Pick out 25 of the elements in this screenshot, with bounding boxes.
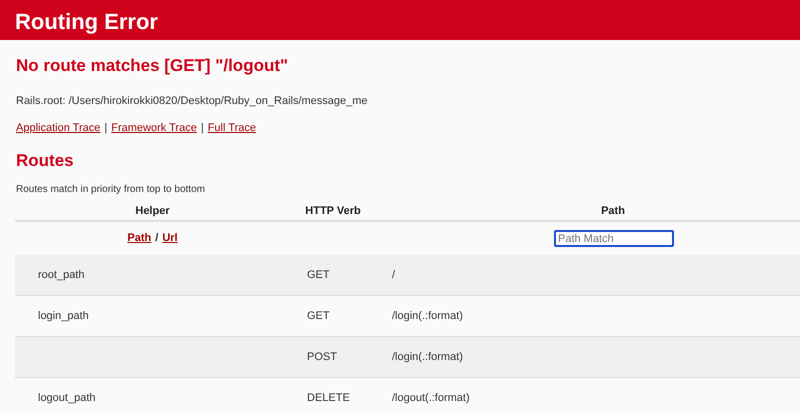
- error-heading: No route matches [GET] "/logout": [16, 55, 290, 77]
- trace-link[interactable]: Framework Trace: [111, 120, 197, 136]
- filter-link[interactable]: Path: [127, 230, 152, 247]
- table-cell: /login(.:format): [376, 337, 800, 378]
- separator-text: |: [104, 121, 108, 136]
- separator-text: /: [155, 231, 158, 246]
- trace-link[interactable]: Full Trace: [208, 120, 256, 136]
- separator-text: |: [200, 121, 204, 136]
- table-cell: /logout(.:format): [376, 378, 800, 413]
- routes-heading: Routes: [16, 150, 75, 172]
- table-cell: logout_path: [15, 378, 290, 413]
- table-cell: GET: [290, 255, 376, 296]
- column-header: Path: [601, 204, 625, 219]
- filter-link[interactable]: Url: [162, 230, 178, 247]
- table-cell: DELETE: [290, 378, 376, 413]
- path-filter-field[interactable]: Path Match: [554, 230, 674, 247]
- routes-note: Routes match in priority from top to bottom: [16, 183, 206, 197]
- column-header: Helper: [135, 204, 170, 219]
- page-title: Routing Error: [15, 9, 158, 34]
- rails-root-text: Rails.root: /Users/hirokirokki0820/Desktop/Ruby_on_Rails/message_me: [16, 94, 369, 108]
- trace-link[interactable]: Application Trace: [16, 120, 100, 136]
- table-cell: POST: [290, 337, 376, 378]
- column-header: HTTP Verb: [305, 204, 361, 219]
- table-cell: root_path: [15, 255, 290, 296]
- table-cell: /: [376, 255, 800, 296]
